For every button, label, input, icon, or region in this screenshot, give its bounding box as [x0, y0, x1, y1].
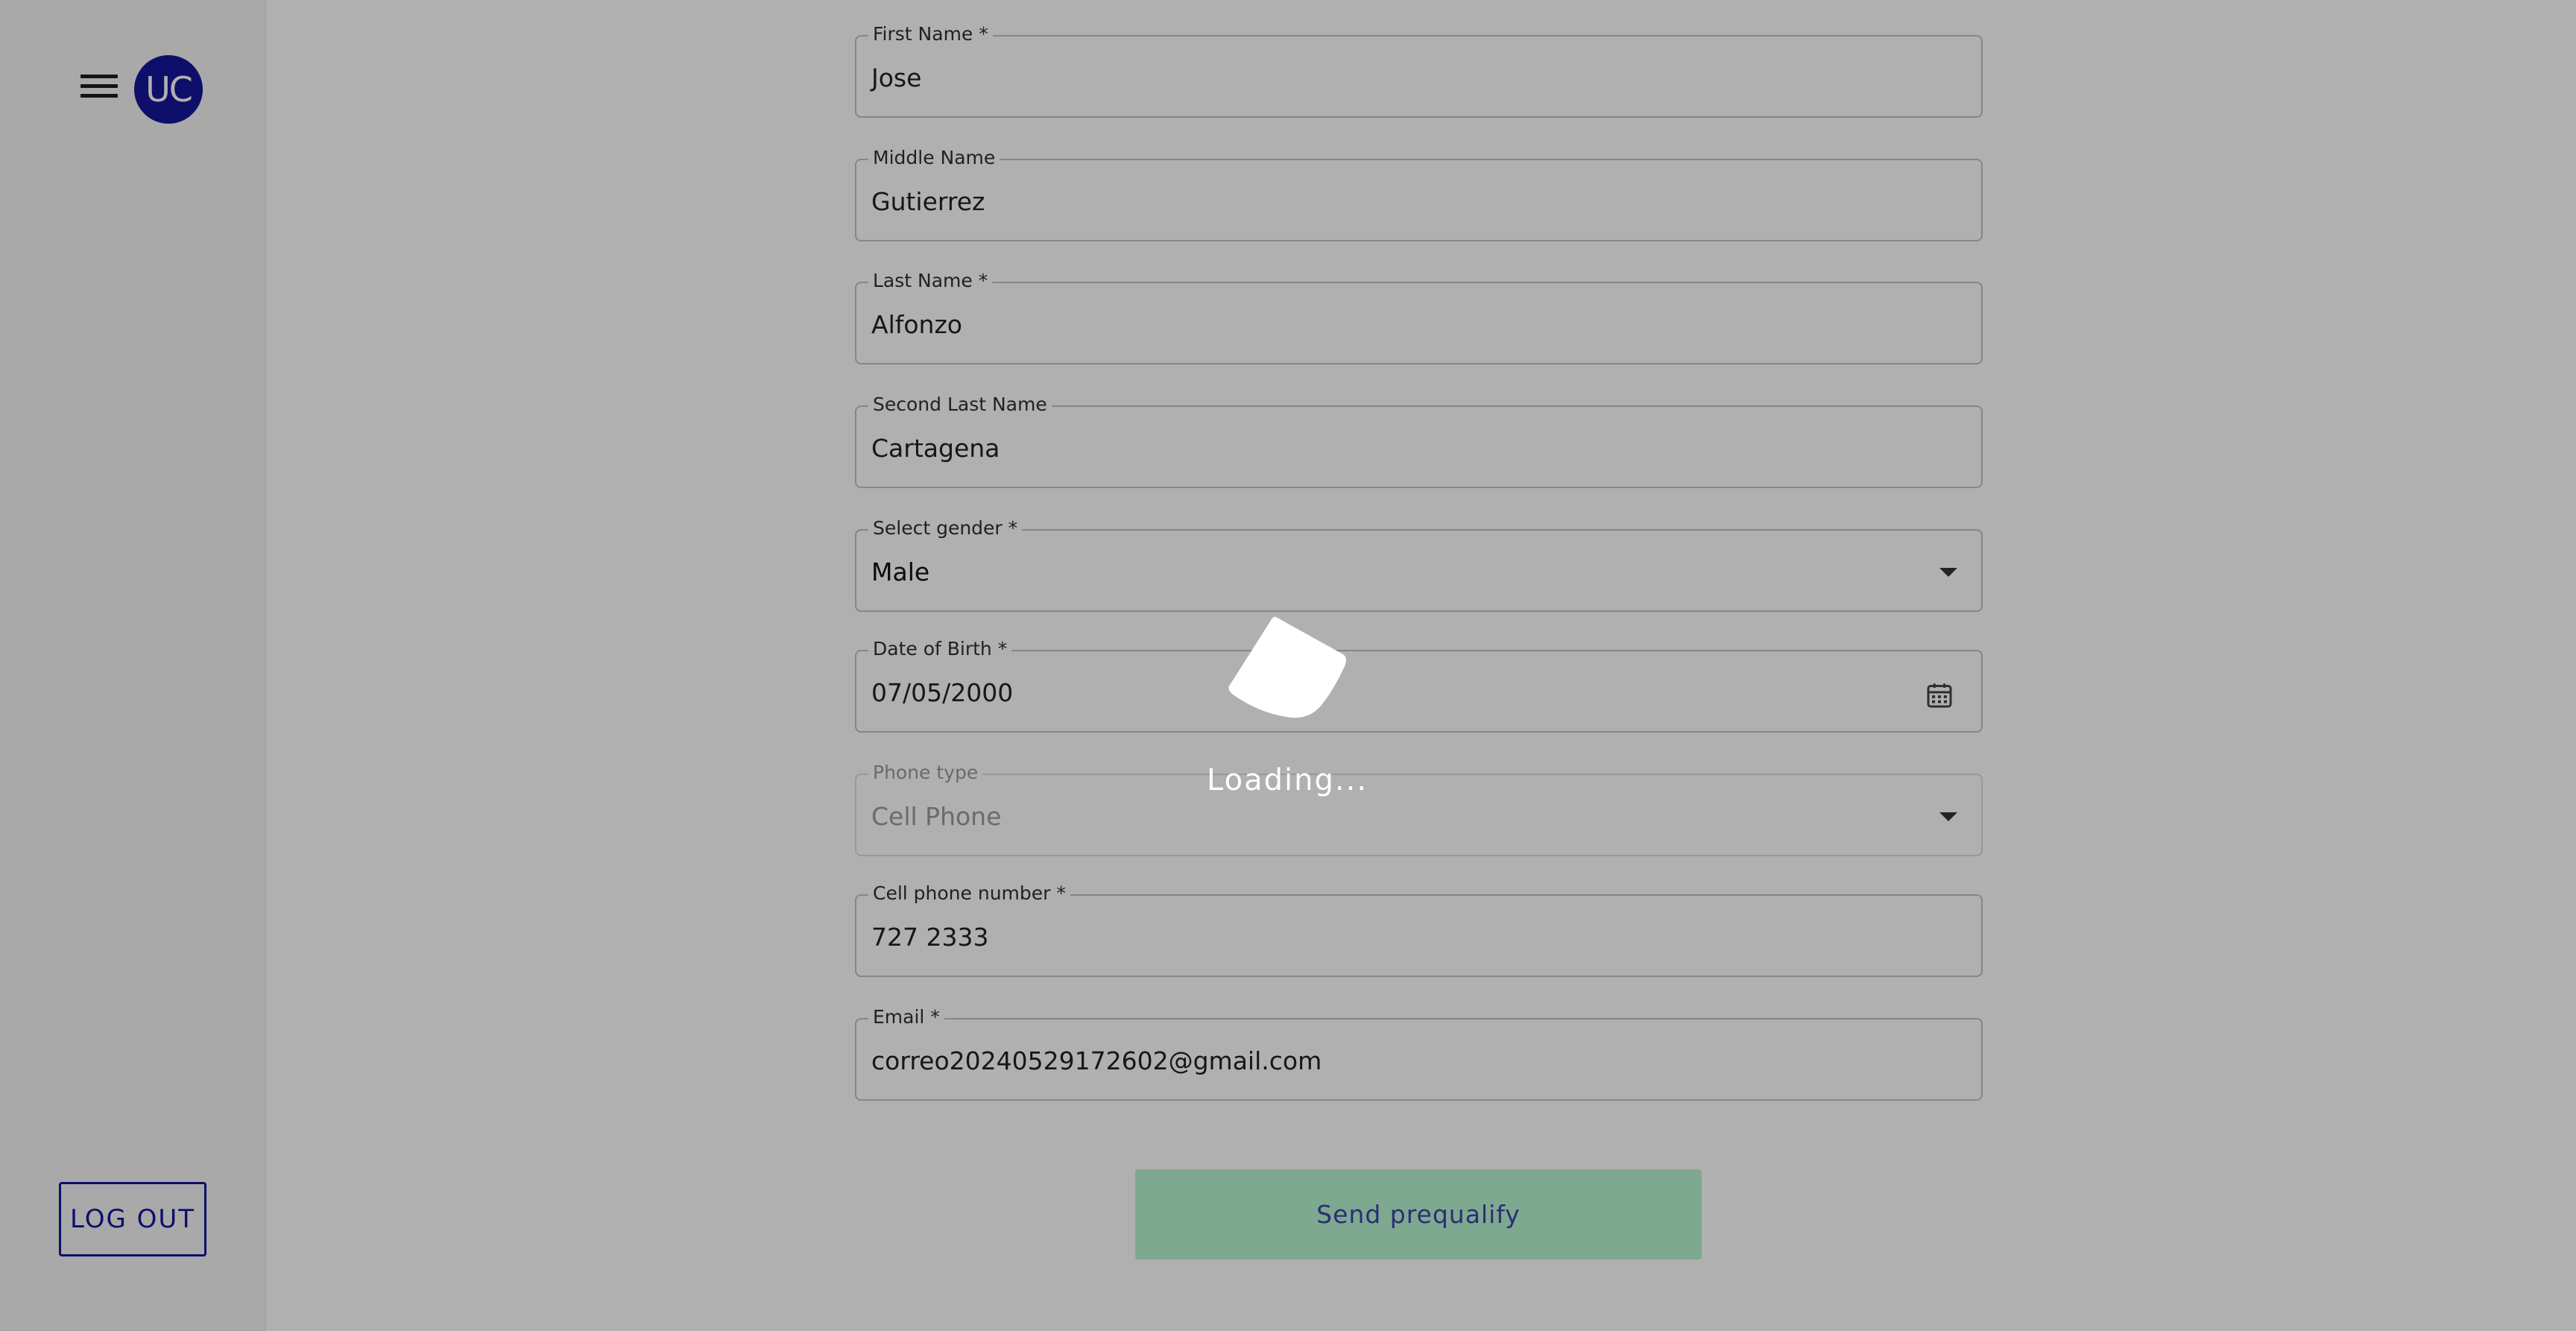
loading-spinner-icon	[1228, 616, 1346, 718]
loading-overlay: Loading...	[0, 0, 2576, 1331]
loading-text: Loading...	[1207, 763, 1368, 797]
